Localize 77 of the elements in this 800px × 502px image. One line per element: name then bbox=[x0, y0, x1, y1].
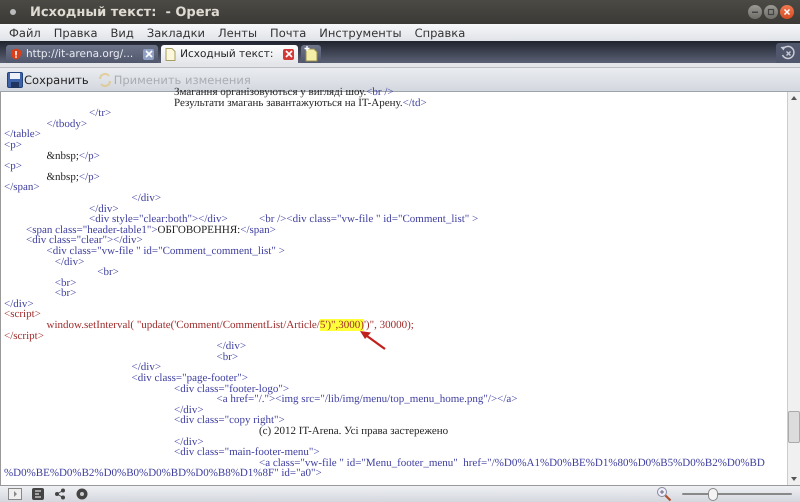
vertical-scrollbar[interactable] bbox=[787, 92, 800, 485]
code-tag: </span> bbox=[4, 181, 40, 194]
code-text: (c) 2012 IT-Arena. Усі права застережено bbox=[259, 425, 448, 437]
close-tab-button[interactable] bbox=[143, 48, 154, 60]
new-tab-button[interactable] bbox=[301, 45, 322, 63]
code-tag: </span> bbox=[240, 224, 276, 236]
share-icon[interactable] bbox=[54, 488, 66, 500]
minimize-button[interactable] bbox=[748, 5, 762, 19]
closed-tabs-button[interactable] bbox=[776, 43, 800, 63]
code-tag: </div> bbox=[4, 436, 204, 448]
panel-toggle-icon[interactable] bbox=[8, 488, 22, 500]
save-button[interactable]: Сохранить bbox=[6, 70, 90, 88]
code-tag: <a href="/."><img src="/lib/img/menu/top_menu_home.png"/></a> bbox=[4, 393, 518, 406]
code-tag: <br /> bbox=[366, 87, 394, 98]
browser-tab[interactable]: Исходный текст: bbox=[161, 45, 298, 63]
script-code: window.setInterval( "update('Comment/CommentList/Article/ bbox=[46, 319, 320, 332]
window-title: Исходный текст: - Opera bbox=[30, 4, 220, 20]
close-icon bbox=[783, 8, 791, 16]
menu-item[interactable]: Справка bbox=[414, 26, 466, 40]
code-tag: <div class="main-footer-menu"> bbox=[4, 446, 320, 458]
highlighted-code: 5')",3000) bbox=[320, 319, 364, 332]
code-tag: <div class="copy right"> bbox=[4, 414, 285, 426]
code-tag: <div class="clear"></div> bbox=[4, 234, 143, 246]
code-tag: <br> bbox=[4, 266, 119, 278]
code-tag: <div style="clear:both"></div> <br /><div class="vw-file " id="Comment_list" > bbox=[4, 213, 478, 226]
code-text: Результати змагань завантажуються на IT-Арену. bbox=[173, 96, 403, 109]
menu-item[interactable]: Почта bbox=[270, 26, 306, 40]
code-tag: <span class="header-table1"> bbox=[4, 224, 158, 236]
zoom-slider[interactable] bbox=[682, 488, 792, 500]
code-tag: <div class="footer-logo"> bbox=[4, 382, 290, 395]
menu-item[interactable]: Инструменты bbox=[319, 26, 402, 40]
code-text: &nbsp; bbox=[46, 150, 79, 162]
code-tag: </div> bbox=[4, 256, 84, 268]
code-tag: </div> bbox=[4, 340, 246, 352]
script-code: ')", 30000); bbox=[364, 319, 414, 332]
code-tag: </div> bbox=[4, 361, 162, 374]
square-icon bbox=[767, 8, 775, 16]
menu-item[interactable]: Закладки bbox=[146, 26, 206, 40]
scrollbar-thumb[interactable] bbox=[788, 411, 800, 443]
code-tag: </tbody> bbox=[4, 118, 88, 130]
code-tag: </p> bbox=[78, 170, 100, 183]
maximize-button[interactable] bbox=[764, 5, 778, 19]
code-tag: <div class="page-footer"> bbox=[4, 372, 248, 384]
circular-arrows-icon bbox=[96, 72, 113, 88]
code-tag: <div class="vw-file " id="Comment_comment_list" > bbox=[4, 244, 285, 257]
menu-item[interactable]: Вид bbox=[110, 26, 134, 40]
script-code: </script> bbox=[4, 330, 44, 342]
code-tag: <p> bbox=[4, 138, 22, 151]
code-tag: </div> bbox=[4, 192, 162, 204]
browser-tab[interactable]: http://it-arena.org/... bbox=[6, 45, 158, 63]
page-icon bbox=[165, 48, 176, 60]
close-button[interactable] bbox=[780, 5, 794, 19]
zoom-icon[interactable] bbox=[656, 486, 672, 502]
code-tag: </td> bbox=[402, 96, 427, 109]
code-tag: %D0%BE%D0%B2%D0%B0%D0%BD%D0%B8%D1%8F" id="a0"> bbox=[4, 467, 322, 480]
code-tag: </tr> bbox=[4, 107, 112, 120]
code-tag: <p> bbox=[4, 160, 22, 172]
code-text: ОБГОВОРЕННЯ: bbox=[158, 224, 240, 236]
code-tag: <br> bbox=[4, 276, 76, 289]
code-text: Змагання організовуються у вигляді шоу. bbox=[173, 87, 366, 98]
script-code: <script> bbox=[4, 308, 41, 320]
code-tag: </p> bbox=[78, 150, 100, 162]
code-tag: <br> bbox=[4, 350, 238, 363]
code-tag: <a class="vw-file " id="Menu_footer_menu" href="/%D0%A1%D0%BE%D1%80%D0%B5%D0%B2%D0%BD bbox=[4, 456, 765, 469]
annotation-arrow bbox=[359, 329, 387, 351]
code-tag: </div> bbox=[4, 202, 119, 215]
menu-item[interactable]: Файл bbox=[9, 26, 41, 40]
code-tag: </table> bbox=[4, 128, 41, 140]
code-tag: </div> bbox=[4, 404, 204, 416]
shield-icon bbox=[10, 48, 22, 60]
code-text: &nbsp; bbox=[46, 170, 79, 183]
close-tab-button[interactable] bbox=[283, 48, 294, 60]
code-tag: <br> bbox=[4, 287, 76, 300]
window-menu-icon[interactable] bbox=[10, 9, 16, 15]
code-tag: </div> bbox=[4, 298, 34, 310]
menu-item[interactable]: Ленты bbox=[218, 26, 258, 40]
menu-item[interactable]: Правка bbox=[54, 26, 98, 40]
